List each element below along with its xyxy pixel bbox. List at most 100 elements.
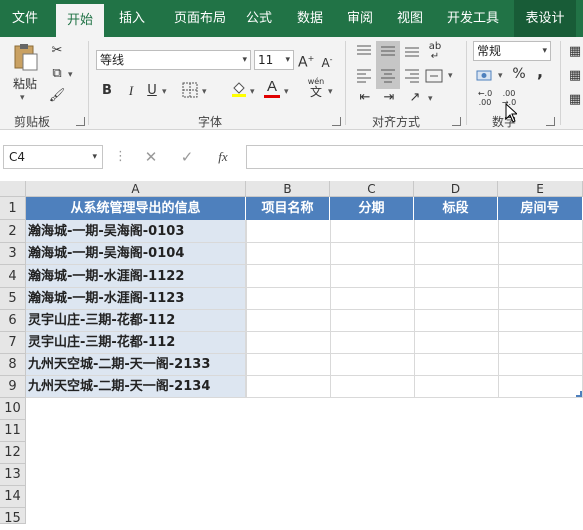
table-header-cell[interactable]: 房间号 xyxy=(498,197,583,220)
font-launcher-icon[interactable]: . xyxy=(332,117,341,126)
phonetic-dropdown-icon[interactable]: ▾ xyxy=(328,87,333,97)
align-middle-icon[interactable] xyxy=(376,41,400,65)
italic-button[interactable]: I xyxy=(124,82,138,100)
wrap-text-icon[interactable]: ab ↵ xyxy=(426,42,444,62)
orientation-dropdown-icon[interactable]: ▾ xyxy=(428,94,433,104)
row-header[interactable]: 14 xyxy=(0,486,26,508)
cut-icon[interactable]: ✂ xyxy=(48,42,66,60)
increase-indent-icon[interactable]: ⇥ xyxy=(380,89,398,107)
merge-dropdown-icon[interactable]: ▾ xyxy=(448,71,453,81)
table-format-icon[interactable]: ▦ xyxy=(568,67,582,85)
cancel-icon[interactable]: ✕ xyxy=(142,148,160,166)
align-center-icon[interactable] xyxy=(376,65,400,89)
enter-icon[interactable]: ✓ xyxy=(178,148,196,166)
accounting-dropdown-icon[interactable]: ▾ xyxy=(498,71,503,81)
alignment-launcher-icon[interactable]: . xyxy=(452,117,461,126)
column-header-a[interactable]: A xyxy=(26,181,246,197)
percent-style-button[interactable]: % xyxy=(510,65,528,83)
row-header[interactable]: 15 xyxy=(0,508,26,526)
paste-dropdown-icon[interactable]: ▾ xyxy=(20,93,25,103)
clipboard-launcher-icon[interactable]: . xyxy=(76,117,85,126)
tab-data[interactable]: 数据 xyxy=(288,0,332,37)
underline-button[interactable]: U xyxy=(145,82,159,100)
row-header[interactable]: 11 xyxy=(0,420,26,442)
ribbon-home: 粘贴 ▾ ✂ ⧉ ▾ 🖌 剪贴板 . 等线▾ 11▾ A+ A- B I U ▾… xyxy=(0,37,583,130)
number-format-select[interactable]: 常规 ▾ xyxy=(473,41,551,61)
formula-input[interactable] xyxy=(246,145,583,169)
fill-color-dropdown-icon[interactable]: ▾ xyxy=(250,87,255,97)
row-header[interactable]: 12 xyxy=(0,442,26,464)
tab-file[interactable]: 文件 xyxy=(0,0,50,37)
table-header-cell[interactable]: 从系统管理导出的信息 xyxy=(26,197,246,220)
group-divider xyxy=(466,41,467,125)
insert-function-button[interactable]: fx xyxy=(214,148,232,166)
row-header[interactable]: 6 xyxy=(0,310,26,332)
tab-table-design[interactable]: 表设计 xyxy=(514,0,576,37)
tab-page-layout[interactable]: 页面布局 xyxy=(162,0,238,37)
select-all-corner[interactable] xyxy=(0,181,26,197)
column-header-d[interactable]: D xyxy=(414,181,498,197)
number-launcher-icon[interactable]: . xyxy=(546,117,555,126)
font-name-select[interactable]: 等线 ▾ xyxy=(96,50,251,70)
table-resize-handle[interactable] xyxy=(576,391,582,397)
tab-view[interactable]: 视图 xyxy=(390,0,430,37)
row-header[interactable]: 4 xyxy=(0,265,26,288)
orientation-icon[interactable]: ↗ xyxy=(404,89,426,107)
copy-icon[interactable]: ⧉ xyxy=(48,65,66,83)
font-color-dropdown-icon[interactable]: ▾ xyxy=(284,87,289,97)
row-header[interactable]: 2 xyxy=(0,220,26,243)
row-header[interactable]: 9 xyxy=(0,376,26,398)
column-header-e[interactable]: E xyxy=(498,181,583,197)
cell-styles-icon[interactable]: ▦ xyxy=(568,91,582,109)
tab-formulas[interactable]: 公式 xyxy=(240,0,278,37)
border-dropdown-icon[interactable]: ▾ xyxy=(202,87,207,97)
align-bottom-icon[interactable] xyxy=(400,41,424,65)
increase-font-icon[interactable]: A+ xyxy=(298,50,314,72)
accounting-format-icon[interactable] xyxy=(474,67,496,89)
worksheet-grid[interactable]: A B C D E 1 2 3 4 5 6 7 8 9 10 11 12 13 … xyxy=(0,181,583,526)
row-header[interactable]: 13 xyxy=(0,464,26,486)
paste-icon[interactable] xyxy=(10,43,40,73)
tab-review[interactable]: 审阅 xyxy=(340,0,380,37)
merge-center-icon[interactable] xyxy=(424,67,444,91)
border-icon[interactable] xyxy=(180,81,200,104)
increase-decimal-icon[interactable]: ←.0.00 xyxy=(474,89,496,107)
decrease-font-icon[interactable]: A- xyxy=(320,51,334,72)
name-box[interactable]: C4 ▾ xyxy=(3,145,103,169)
table-header-cell[interactable]: 项目名称 xyxy=(246,197,330,220)
chevron-down-icon: ▾ xyxy=(285,55,290,65)
row-header[interactable]: 3 xyxy=(0,243,26,265)
align-left-icon[interactable] xyxy=(352,65,376,89)
group-divider xyxy=(88,41,89,125)
chevron-down-icon: ▾ xyxy=(92,152,97,162)
ribbon-tabs: 文件 开始 插入 页面布局 公式 数据 审阅 视图 开发工具 表设计 xyxy=(0,0,583,37)
copy-dropdown-icon[interactable]: ▾ xyxy=(68,70,73,80)
column-header-b[interactable]: B xyxy=(246,181,330,197)
align-right-icon[interactable] xyxy=(400,65,424,89)
conditional-format-icon[interactable]: ▦ xyxy=(568,43,582,61)
row-header[interactable]: 5 xyxy=(0,288,26,310)
chevron-down-icon: ▾ xyxy=(242,55,247,65)
comma-style-button[interactable]: , xyxy=(534,63,546,81)
paste-button[interactable]: 粘贴 xyxy=(10,75,40,93)
font-color-button[interactable]: A xyxy=(264,79,280,98)
tab-developer[interactable]: 开发工具 xyxy=(440,0,506,37)
row-header[interactable]: 10 xyxy=(0,398,26,420)
bold-button[interactable]: B xyxy=(100,82,114,100)
fill-color-icon[interactable] xyxy=(230,79,248,103)
table-header-cell[interactable]: 标段 xyxy=(414,197,498,220)
format-painter-icon[interactable]: 🖌 xyxy=(48,87,66,105)
row-header[interactable]: 7 xyxy=(0,332,26,354)
phonetic-guide-icon[interactable]: wén 文 xyxy=(305,77,327,99)
font-group-label: 字体 xyxy=(198,115,223,129)
align-top-icon[interactable] xyxy=(352,41,376,65)
tab-home[interactable]: 开始 xyxy=(56,4,104,37)
underline-dropdown-icon[interactable]: ▾ xyxy=(162,87,167,97)
decrease-indent-icon[interactable]: ⇤ xyxy=(356,89,374,107)
row-header[interactable]: 1 xyxy=(0,197,26,220)
column-header-c[interactable]: C xyxy=(330,181,414,197)
font-size-select[interactable]: 11 ▾ xyxy=(254,50,294,70)
row-header[interactable]: 8 xyxy=(0,354,26,376)
tab-insert[interactable]: 插入 xyxy=(108,0,156,37)
table-header-cell[interactable]: 分期 xyxy=(330,197,414,220)
